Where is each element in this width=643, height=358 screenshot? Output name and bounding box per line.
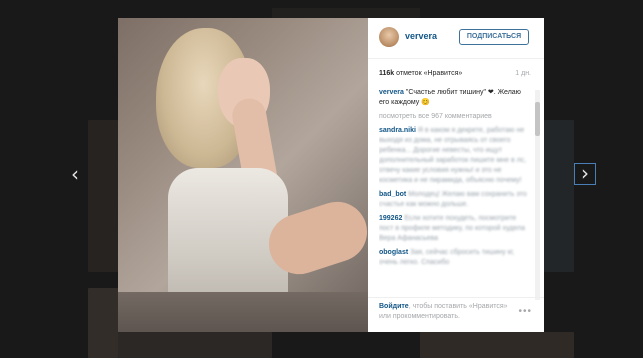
comment-item: bad_bot Молодец! Желаю вам сохранить это… [379, 190, 531, 210]
login-prompt: Войдите, чтобы поставить «Нравится» или … [379, 302, 509, 322]
comment-username-link[interactable]: oboglast [379, 249, 408, 256]
post-username-link[interactable]: ververa [405, 31, 437, 41]
photo-floor-shape [118, 292, 368, 332]
follow-button[interactable]: ПОДПИСАТЬСЯ [459, 29, 529, 45]
scrollbar-thumb[interactable] [535, 102, 540, 136]
likes-row: 116k отметок «Нравится» 1 дн. [379, 70, 531, 77]
previous-post-arrow-icon[interactable]: ‹ [64, 163, 86, 185]
more-options-icon[interactable]: ••• [518, 306, 532, 317]
comment-username-link[interactable]: bad_bot [379, 191, 406, 198]
comment-username-link[interactable]: 199262 [379, 215, 402, 222]
post-footer: Войдите, чтобы поставить «Нравится» или … [368, 297, 544, 332]
comment-item: sandra.niki Я в каком я декрете, работаю… [379, 126, 531, 186]
comment-username-link[interactable]: sandra.niki [379, 127, 416, 134]
caption: ververa "Счастье любит тишину" ❤. Желаю … [379, 88, 531, 108]
post-modal: ververa ПОДПИСАТЬСЯ 116k отметок «Нравит… [118, 18, 544, 332]
comments-list[interactable]: ververa "Счастье любит тишину" ❤. Желаю … [379, 88, 531, 290]
avatar[interactable] [379, 27, 399, 47]
likes-count: 116k [379, 70, 395, 77]
post-time[interactable]: 1 дн. [515, 70, 531, 77]
next-post-arrow-icon[interactable]: › [574, 163, 596, 185]
comment-item: 199262 Если хотите похудеть, посмотрите … [379, 214, 531, 244]
comment-text: Я в каком я декрете, работаю не выходя и… [379, 127, 527, 184]
post-header: ververa ПОДПИСАТЬСЯ [368, 18, 544, 59]
post-photo[interactable] [118, 18, 368, 332]
likes-label: отметок «Нравится» [396, 70, 463, 77]
post-info-panel: ververa ПОДПИСАТЬСЯ 116k отметок «Нравит… [368, 18, 544, 332]
login-link[interactable]: Войдите [379, 303, 409, 310]
comments-scrollbar[interactable] [535, 90, 540, 300]
comment-item: oboglast Зая, сейчас сбросить тишину кг,… [379, 248, 531, 268]
caption-username-link[interactable]: ververa [379, 89, 404, 96]
view-all-comments-link[interactable]: посмотреть все 967 комментариев [379, 112, 531, 122]
